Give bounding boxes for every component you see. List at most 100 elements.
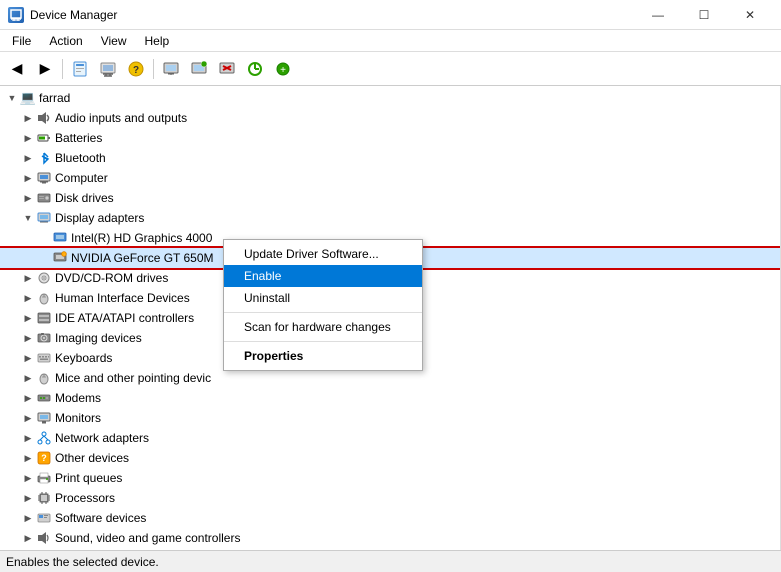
title-bar: Device Manager — ☐ ✕ — [0, 0, 781, 30]
tree-item-batteries[interactable]: ▶ Batteries — [0, 128, 780, 148]
audio-toggle[interactable]: ▶ — [20, 110, 36, 126]
root-icon: 💻 — [20, 90, 36, 106]
refresh-button[interactable]: + — [270, 56, 296, 82]
ctx-scan[interactable]: Scan for hardware changes — [224, 316, 422, 338]
imaging-label: Imaging devices — [55, 331, 142, 345]
imaging-toggle[interactable]: ▶ — [20, 330, 36, 346]
mice-toggle[interactable]: ▶ — [20, 370, 36, 386]
root-toggle[interactable]: ▼ — [4, 90, 20, 106]
tree-item-network[interactable]: ▶ Network adapters — [0, 428, 780, 448]
tree-item-monitors[interactable]: ▶ Monitors — [0, 408, 780, 428]
bluetooth-label: Bluetooth — [55, 151, 106, 165]
tree-item-storage[interactable]: ▶ Storage controllers — [0, 548, 780, 550]
update-driver-button[interactable] — [95, 56, 121, 82]
nvidia-icon: ! — [52, 250, 68, 266]
software-label: Software devices — [55, 511, 146, 525]
ctx-enable[interactable]: Enable — [224, 265, 422, 287]
disk-label: Disk drives — [55, 191, 114, 205]
dvd-toggle[interactable]: ▶ — [20, 270, 36, 286]
software-icon — [36, 510, 52, 526]
display-toggle[interactable]: ▼ — [20, 210, 36, 226]
hid-toggle[interactable]: ▶ — [20, 290, 36, 306]
mice-label: Mice and other pointing devic — [55, 371, 211, 385]
ide-toggle[interactable]: ▶ — [20, 310, 36, 326]
toolbar-separator-1 — [62, 59, 63, 79]
title-bar-left: Device Manager — [8, 7, 117, 23]
ide-label: IDE ATA/ATAPI controllers — [55, 311, 194, 325]
tree-item-bluetooth[interactable]: ▶ Bluetooth — [0, 148, 780, 168]
computer-toggle[interactable]: ▶ — [20, 170, 36, 186]
tree-item-mice[interactable]: ▶ Mice and other pointing devic — [0, 368, 780, 388]
menu-help[interactable]: Help — [137, 32, 178, 50]
network-toggle[interactable]: ▶ — [20, 430, 36, 446]
mice-icon — [36, 370, 52, 386]
menu-action[interactable]: Action — [41, 32, 90, 50]
tree-item-software[interactable]: ▶ Software devices — [0, 508, 780, 528]
context-menu[interactable]: Update Driver Software... Enable Uninsta… — [223, 239, 423, 371]
software-toggle[interactable]: ▶ — [20, 510, 36, 526]
tree-item-computer[interactable]: ▶ Computer — [0, 168, 780, 188]
menu-view[interactable]: View — [93, 32, 135, 50]
tree-item-print[interactable]: ▶ Print queues — [0, 468, 780, 488]
status-text: Enables the selected device. — [6, 555, 159, 569]
status-bar: Enables the selected device. — [0, 550, 781, 572]
back-button[interactable]: ◀ — [4, 56, 30, 82]
forward-button[interactable]: ▶ — [32, 56, 58, 82]
tree-item-disk[interactable]: ▶ Disk drives — [0, 188, 780, 208]
ctx-uninstall[interactable]: Uninstall — [224, 287, 422, 309]
nvidia-label: NVIDIA GeForce GT 650M — [71, 251, 214, 265]
app-icon — [8, 7, 24, 23]
title-controls: — ☐ ✕ — [635, 0, 773, 30]
help-button[interactable]: ? — [123, 56, 149, 82]
ctx-properties[interactable]: Properties — [224, 345, 422, 367]
print-label: Print queues — [55, 471, 122, 485]
computer-icon — [36, 170, 52, 186]
tree-item-display[interactable]: ▼ Display adapters — [0, 208, 780, 228]
ide-icon — [36, 310, 52, 326]
maximize-button[interactable]: ☐ — [681, 0, 727, 30]
delete-button[interactable] — [214, 56, 240, 82]
batteries-toggle[interactable]: ▶ — [20, 130, 36, 146]
svg-text:+: + — [280, 65, 286, 76]
menu-bar: File Action View Help — [0, 30, 781, 52]
computer-label: Computer — [55, 171, 108, 185]
monitor-button[interactable] — [158, 56, 184, 82]
other-toggle[interactable]: ▶ — [20, 450, 36, 466]
scan-button[interactable] — [242, 56, 268, 82]
minimize-button[interactable]: — — [635, 0, 681, 30]
ctx-update[interactable]: Update Driver Software... — [224, 243, 422, 265]
sound-toggle[interactable]: ▶ — [20, 530, 36, 546]
modems-icon — [36, 390, 52, 406]
monitor2-button[interactable] — [186, 56, 212, 82]
properties-button[interactable] — [67, 56, 93, 82]
monitors-label: Monitors — [55, 411, 101, 425]
tree-item-audio[interactable]: ▶ Audio inputs and outputs — [0, 108, 780, 128]
tree-item-other[interactable]: ▶ ? Other devices — [0, 448, 780, 468]
tree-item-modems[interactable]: ▶ Modems — [0, 388, 780, 408]
processors-toggle[interactable]: ▶ — [20, 490, 36, 506]
bluetooth-toggle[interactable]: ▶ — [20, 150, 36, 166]
dvd-label: DVD/CD-ROM drives — [55, 271, 168, 285]
intel-label: Intel(R) HD Graphics 4000 — [71, 231, 212, 245]
toolbar: ◀ ▶ ? — [0, 52, 781, 86]
batteries-label: Batteries — [55, 131, 102, 145]
network-label: Network adapters — [55, 431, 149, 445]
display-icon — [36, 210, 52, 226]
tree-item-processors[interactable]: ▶ Processors — [0, 488, 780, 508]
tree-root[interactable]: ▼ 💻 farrad — [0, 88, 780, 108]
processors-label: Processors — [55, 491, 115, 505]
print-toggle[interactable]: ▶ — [20, 470, 36, 486]
svg-text:?: ? — [133, 65, 139, 76]
keyboards-toggle[interactable]: ▶ — [20, 350, 36, 366]
disk-toggle[interactable]: ▶ — [20, 190, 36, 206]
hid-icon — [36, 290, 52, 306]
tree-item-sound[interactable]: ▶ Sound, video and game controllers — [0, 528, 780, 548]
monitors-toggle[interactable]: ▶ — [20, 410, 36, 426]
close-button[interactable]: ✕ — [727, 0, 773, 30]
keyboards-label: Keyboards — [55, 351, 112, 365]
disk-icon — [36, 190, 52, 206]
monitors-icon — [36, 410, 52, 426]
toolbar-separator-2 — [153, 59, 154, 79]
modems-toggle[interactable]: ▶ — [20, 390, 36, 406]
menu-file[interactable]: File — [4, 32, 39, 50]
